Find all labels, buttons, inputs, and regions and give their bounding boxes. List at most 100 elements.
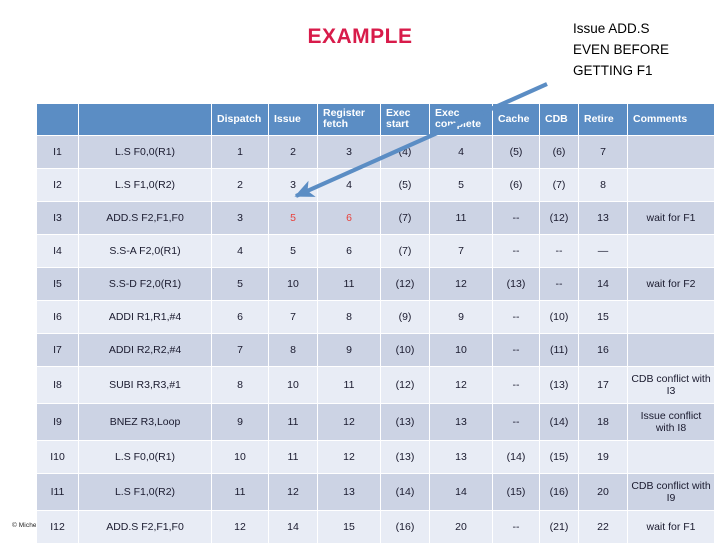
- cell-exec_complete: 7: [430, 235, 492, 267]
- cell-cdb: (15): [540, 441, 578, 473]
- cell-exec_start: (13): [381, 441, 429, 473]
- cell-comments: [628, 441, 714, 473]
- cell-instruction: ADDI R2,R2,#4: [79, 334, 211, 366]
- cell-issue: 2: [269, 136, 317, 168]
- cell-cdb: (21): [540, 511, 578, 543]
- cell-comments: Issue conflict with I8: [628, 404, 714, 440]
- cell-exec_start: (5): [381, 169, 429, 201]
- cell-exec_start: (12): [381, 268, 429, 300]
- table-row: I9 BNEZ R3,Loop 9 11 12 (13) 13 -- (14) 18 Issue c…: [37, 404, 714, 440]
- table-row: I1 L.S F0,0(R1) 1 2 3 (4) 4 (5) (6) 7: [37, 136, 714, 168]
- cell-issue: 14: [269, 511, 317, 543]
- cell-dispatch: 6: [212, 301, 268, 333]
- cell-instruction: L.S F1,0(R2): [79, 474, 211, 510]
- column-header-exec-start: Exec start: [381, 104, 429, 135]
- cell-id: I10: [37, 441, 78, 473]
- cell-comments: [628, 334, 714, 366]
- table-row: I7 ADDI R2,R2,#4 7 8 9 (10) 10 -- (11) 16: [37, 334, 714, 366]
- cell-cache: --: [493, 202, 539, 234]
- cell-comments: [628, 235, 714, 267]
- table-row: I11 L.S F1,0(R2) 11 12 13 (14) 14 (15) (16) 20 CDB…: [37, 474, 714, 510]
- cell-retire: 20: [579, 474, 627, 510]
- cell-comments: wait for F1: [628, 511, 714, 543]
- cell-cache: --: [493, 301, 539, 333]
- cell-retire: 14: [579, 268, 627, 300]
- cell-exec_complete: 12: [430, 367, 492, 403]
- cell-exec_start: (9): [381, 301, 429, 333]
- cell-exec_start: (4): [381, 136, 429, 168]
- table-row: I12 ADD.S F2,F1,F0 12 14 15 (16) 20 -- (21) 22 wai…: [37, 511, 714, 543]
- table-body: I1 L.S F0,0(R1) 1 2 3 (4) 4 (5) (6) 7 I2 L.S F1,0(R…: [37, 136, 714, 543]
- cell-id: I11: [37, 474, 78, 510]
- column-header-register-fetch: Register fetch: [318, 104, 380, 135]
- cell-instruction: ADD.S F2,F1,F0: [79, 202, 211, 234]
- cell-instruction: L.S F0,0(R1): [79, 441, 211, 473]
- cell-cdb: (6): [540, 136, 578, 168]
- cell-register_fetch: 6: [318, 202, 380, 234]
- cell-register_fetch: 11: [318, 367, 380, 403]
- cell-dispatch: 7: [212, 334, 268, 366]
- cell-cache: --: [493, 511, 539, 543]
- table-row: I4 S.S-A F2,0(R1) 4 5 6 (7) 7 -- -- —: [37, 235, 714, 267]
- cell-issue: 10: [269, 268, 317, 300]
- cell-issue: 3: [269, 169, 317, 201]
- cell-cdb: (7): [540, 169, 578, 201]
- cell-issue: 8: [269, 334, 317, 366]
- table-row: I5 S.S-D F2,0(R1) 5 10 11 (12) 12 (13) -- 14 wait …: [37, 268, 714, 300]
- cell-exec_complete: 5: [430, 169, 492, 201]
- cell-dispatch: 5: [212, 268, 268, 300]
- callout-line-1: Issue ADD.S: [573, 21, 650, 36]
- cell-retire: 17: [579, 367, 627, 403]
- cell-comments: [628, 301, 714, 333]
- cell-register_fetch: 12: [318, 404, 380, 440]
- cell-issue: 10: [269, 367, 317, 403]
- cell-cache: (14): [493, 441, 539, 473]
- cell-cache: --: [493, 235, 539, 267]
- cell-id: I6: [37, 301, 78, 333]
- table-row: I2 L.S F1,0(R2) 2 3 4 (5) 5 (6) (7) 8: [37, 169, 714, 201]
- cell-retire: 7: [579, 136, 627, 168]
- cell-instruction: S.S-D F2,0(R1): [79, 268, 211, 300]
- cell-id: I7: [37, 334, 78, 366]
- cell-retire: 16: [579, 334, 627, 366]
- callout-line-3: GETTING F1: [573, 63, 653, 78]
- cell-id: I12: [37, 511, 78, 543]
- scheduling-table-container: Dispatch Issue Register fetch Exec start…: [36, 103, 715, 544]
- cell-dispatch: 10: [212, 441, 268, 473]
- cell-issue: 11: [269, 404, 317, 440]
- cell-register_fetch: 11: [318, 268, 380, 300]
- cell-retire: 13: [579, 202, 627, 234]
- cell-retire: 19: [579, 441, 627, 473]
- cell-dispatch: 3: [212, 202, 268, 234]
- cell-register_fetch: 3: [318, 136, 380, 168]
- cell-cdb: (14): [540, 404, 578, 440]
- cell-exec_start: (13): [381, 404, 429, 440]
- cell-exec_start: (7): [381, 202, 429, 234]
- cell-exec_complete: 20: [430, 511, 492, 543]
- scheduling-table: Dispatch Issue Register fetch Exec start…: [36, 103, 715, 544]
- cell-cache: (15): [493, 474, 539, 510]
- cell-retire: 22: [579, 511, 627, 543]
- cell-cdb: (11): [540, 334, 578, 366]
- cell-register_fetch: 13: [318, 474, 380, 510]
- cell-cdb: (13): [540, 367, 578, 403]
- cell-id: I4: [37, 235, 78, 267]
- cell-id: I5: [37, 268, 78, 300]
- cell-retire: 8: [579, 169, 627, 201]
- cell-dispatch: 1: [212, 136, 268, 168]
- cell-issue: 11: [269, 441, 317, 473]
- cell-cache: (5): [493, 136, 539, 168]
- cell-dispatch: 2: [212, 169, 268, 201]
- callout-annotation: Issue ADD.S EVEN BEFORE GETTING F1: [573, 18, 718, 81]
- cell-instruction: ADDI R1,R1,#4: [79, 301, 211, 333]
- cell-exec_complete: 13: [430, 404, 492, 440]
- cell-dispatch: 8: [212, 367, 268, 403]
- column-header-exec-complete: Exec complete: [430, 104, 492, 135]
- cell-exec_start: (10): [381, 334, 429, 366]
- column-header-dispatch: Dispatch: [212, 104, 268, 135]
- cell-register_fetch: 4: [318, 169, 380, 201]
- cell-cdb: (16): [540, 474, 578, 510]
- cell-register_fetch: 9: [318, 334, 380, 366]
- cell-exec_complete: 4: [430, 136, 492, 168]
- column-header-id: [37, 104, 78, 135]
